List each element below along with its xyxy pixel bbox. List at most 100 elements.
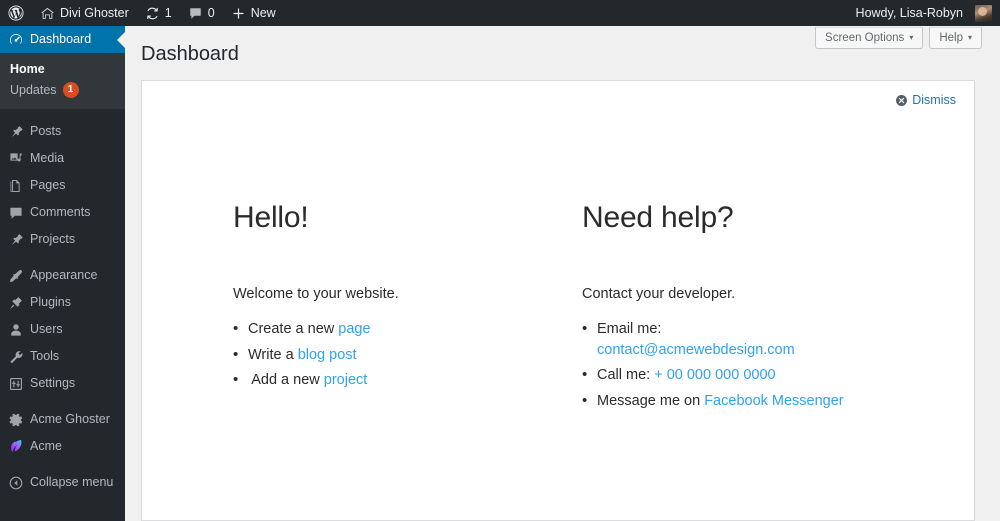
sidebar-item-label-plugins: Plugins [30, 295, 71, 310]
sidebar-submenu-dashboard: Home Updates 1 [0, 53, 125, 109]
sidebar-item-projects[interactable]: Projects [0, 226, 125, 253]
need-help-heading: Need help? [582, 201, 734, 234]
sidebar-item-acme[interactable]: Acme [0, 433, 125, 460]
email-link[interactable]: contact@acmewebdesign.com [597, 342, 795, 358]
gear-icon [8, 412, 28, 428]
pin-icon [8, 232, 28, 248]
site-name-menu[interactable]: Divi Ghoster [32, 0, 137, 26]
home-icon [40, 6, 55, 21]
sidebar-item-posts[interactable]: Posts [0, 118, 125, 145]
dashboard-icon [8, 32, 28, 48]
collapse-menu-button[interactable]: Collapse menu [0, 469, 125, 496]
sidebar-item-comments[interactable]: Comments [0, 199, 125, 226]
help-label: Help [939, 32, 963, 44]
collapse-menu-label: Collapse menu [30, 475, 114, 490]
list-item: Add a new project [233, 369, 492, 391]
menu-separator-1 [0, 109, 125, 118]
sidebar-item-acme-ghoster[interactable]: Acme Ghoster [0, 406, 125, 433]
sidebar-item-label-projects: Projects [30, 232, 76, 247]
hello-heading: Hello! [233, 201, 309, 234]
comments-icon [188, 6, 203, 21]
page-link[interactable]: page [338, 321, 370, 337]
need-help-list: Email me: contact@acmewebdesign.com Call… [582, 318, 974, 412]
sidebar-item-label-acme-ghoster: Acme Ghoster [30, 412, 110, 427]
updates-count: 1 [164, 6, 172, 20]
write-post-text: Write a [248, 346, 298, 363]
wordpress-logo-icon [8, 5, 24, 21]
pages-icon [8, 178, 28, 194]
welcome-panel-columns: Hello! Welcome to your website. Create a… [142, 81, 974, 520]
help-button[interactable]: Help ▾ [929, 27, 982, 49]
sidebar-item-label-posts: Posts [30, 124, 62, 139]
menu-separator-2 [0, 253, 125, 262]
phone-link[interactable]: + 00 000 000 0000 [654, 367, 775, 383]
sidebar-item-label-users: Users [30, 322, 63, 337]
my-account-menu[interactable]: Howdy, Lisa-Robyn [848, 0, 1000, 26]
sidebar-item-users[interactable]: Users [0, 316, 125, 343]
brush-icon [8, 268, 28, 284]
updates-menu[interactable]: 1 [137, 0, 180, 26]
list-item: Create a new page [233, 318, 492, 340]
settings-icon [8, 376, 28, 392]
sidebar-item-label-pages: Pages [30, 178, 66, 193]
wrench-icon [8, 349, 28, 365]
welcome-column-hello: Hello! Welcome to your website. Create a… [142, 201, 492, 520]
chevron-down-icon: ▾ [909, 33, 914, 42]
site-name-label: Divi Ghoster [60, 6, 129, 20]
screen-options-button[interactable]: Screen Options ▾ [815, 27, 924, 49]
plus-icon [231, 6, 246, 21]
screen-meta-links: Screen Options ▾ Help ▾ [815, 27, 982, 49]
list-item: Call me: + 00 000 000 0000 [582, 364, 974, 386]
user-icon [8, 322, 28, 338]
scroll-gutter [991, 26, 1000, 521]
screen-options-label: Screen Options [825, 32, 905, 44]
wordpress-logo-menu[interactable] [0, 0, 32, 26]
media-icon [8, 151, 28, 167]
comments-count: 0 [207, 6, 215, 20]
sidebar-subitem-label-home: Home [10, 62, 45, 76]
pin-icon [8, 124, 28, 140]
need-help-intro: Contact your developer. [582, 285, 736, 302]
list-item: Write a blog post [233, 344, 492, 366]
sidebar-item-settings[interactable]: Settings [0, 370, 125, 397]
updates-icon [145, 6, 160, 21]
add-project-text: Add a new [248, 372, 324, 389]
sidebar-item-dashboard[interactable]: Dashboard [0, 26, 125, 53]
howdy-label: Howdy, Lisa-Robyn [855, 6, 963, 20]
sidebar-item-appearance[interactable]: Appearance [0, 262, 125, 289]
sidebar-item-label-dashboard: Dashboard [30, 32, 92, 47]
sidebar-item-plugins[interactable]: Plugins [0, 289, 125, 316]
sidebar-item-media[interactable]: Media [0, 145, 125, 172]
comments-menu[interactable]: 0 [180, 0, 223, 26]
facebook-messenger-link[interactable]: Facebook Messenger [704, 393, 843, 409]
chevron-down-icon: ▾ [967, 33, 972, 42]
collapse-arrow-icon [8, 475, 28, 491]
sidebar-item-label-appearance: Appearance [30, 268, 98, 283]
blog-post-link[interactable]: blog post [298, 347, 357, 363]
new-content-menu[interactable]: New [223, 0, 284, 26]
message-label: Message me on [597, 392, 705, 409]
hello-list: Create a new page Write a blog post Add … [233, 318, 492, 391]
sidebar-subitem-updates[interactable]: Updates 1 [0, 79, 125, 101]
list-item: Email me: contact@acmewebdesign.com [582, 318, 974, 360]
sidebar-subitem-home[interactable]: Home [0, 59, 125, 79]
create-page-text: Create a new [248, 321, 339, 338]
project-link[interactable]: project [324, 372, 368, 388]
call-label: Call me: [597, 367, 655, 384]
sidebar-item-pages[interactable]: Pages [0, 172, 125, 199]
list-item: Message me on Facebook Messenger [582, 390, 974, 412]
sidebar-item-label-acme: Acme [30, 439, 62, 454]
sidebar-item-label-media: Media [30, 151, 65, 166]
sidebar-subitem-label-updates: Updates [10, 83, 57, 97]
plug-icon [8, 295, 28, 311]
hello-intro: Welcome to your website. [233, 285, 399, 302]
sidebar-item-label-comments: Comments [30, 205, 91, 220]
admin-bar: Divi Ghoster 1 0 New Howdy, Lisa-Robyn [0, 0, 1000, 26]
menu-separator-4 [0, 460, 125, 469]
admin-sidebar-menu: Dashboard Home Updates 1 Posts Media Pag… [0, 26, 125, 521]
sidebar-item-tools[interactable]: Tools [0, 343, 125, 370]
avatar [975, 4, 992, 22]
sidebar-item-label-settings: Settings [30, 376, 76, 391]
updates-badge: 1 [62, 82, 79, 98]
comment-icon [8, 205, 28, 221]
